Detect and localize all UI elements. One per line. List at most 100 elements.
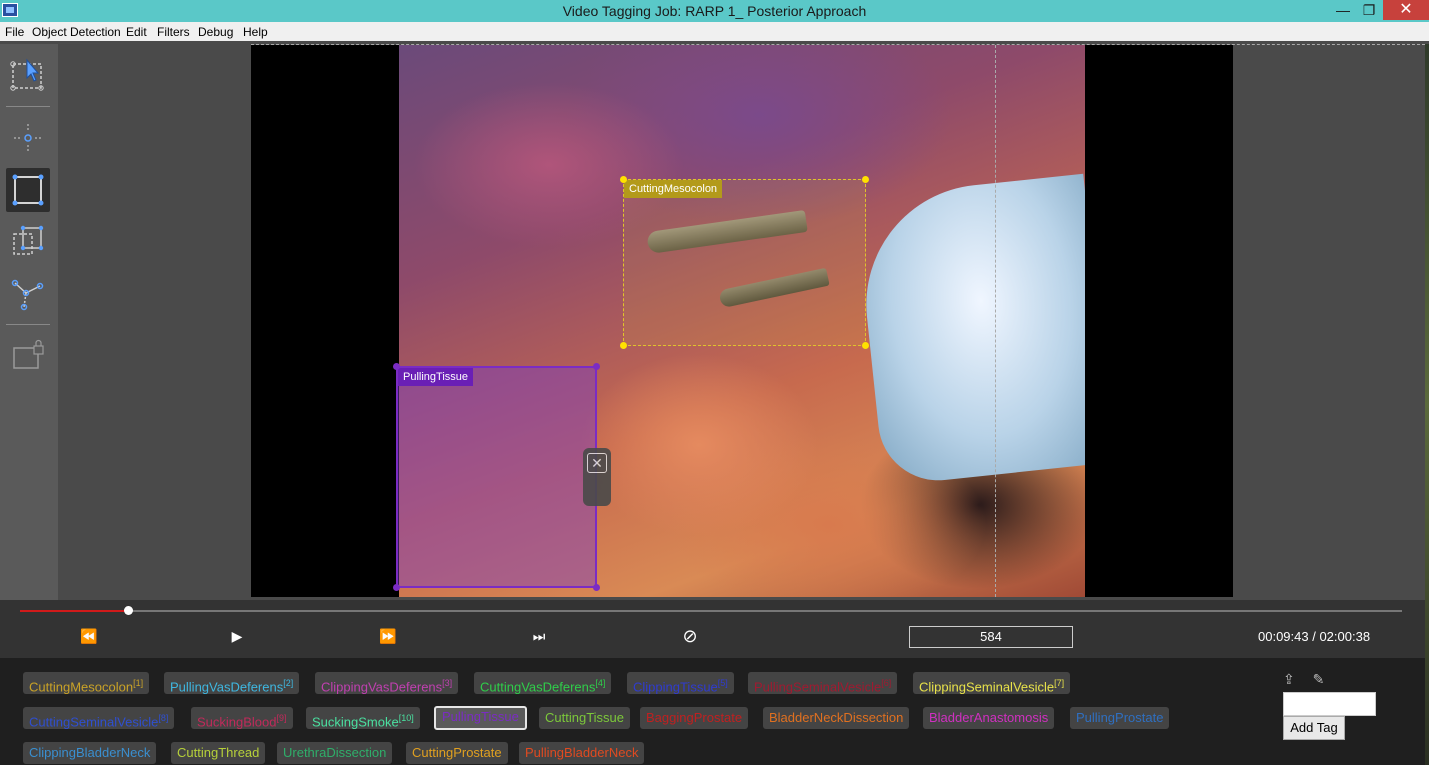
tag-chip[interactable]: PullingVasDeferens[2] <box>164 672 300 695</box>
tag-chip[interactable]: SuckingSmoke[10] <box>306 707 420 729</box>
tag-hotkey: [1] <box>133 678 144 688</box>
add-tag-button[interactable]: Add Tag <box>1283 716 1345 740</box>
tag-chip[interactable]: CuttingProstate <box>406 742 508 764</box>
region-cuttingmesocolon[interactable]: CuttingMesocolon <box>620 176 869 349</box>
tag-label: PullingSeminalVesicle <box>754 679 882 695</box>
tag-hotkey: [8] <box>158 713 169 723</box>
tag-hotkey: [6] <box>881 678 892 688</box>
tag-chip[interactable]: CuttingVasDeferens[4] <box>474 672 612 694</box>
tag-label: PullingTissue <box>442 709 519 724</box>
tag-label: BladderAnastomosis <box>929 710 1049 725</box>
tag-chip[interactable]: CuttingThread <box>171 742 266 764</box>
rewind-button[interactable]: ⏪ <box>79 626 99 646</box>
region-label: CuttingMesocolon <box>624 180 723 198</box>
maximize-button[interactable]: ❐ <box>1356 0 1382 20</box>
tag-label: UrethraDissection <box>283 745 387 760</box>
tag-chip[interactable]: ClippingVasDeferens[3] <box>315 672 459 694</box>
tag-hotkey: [3] <box>442 678 453 688</box>
timeline-progress <box>20 610 129 612</box>
lock-tool[interactable] <box>6 332 50 376</box>
close-button[interactable]: ✕ <box>1383 0 1429 20</box>
menu-object-detection[interactable]: Object Detection <box>32 25 121 39</box>
export-icon[interactable]: ⇪ <box>1283 671 1295 687</box>
tag-label: ClippingTissue <box>633 679 718 695</box>
menu-file[interactable]: File <box>5 25 24 39</box>
menu-help[interactable]: Help <box>243 25 268 39</box>
desktop-edge <box>1425 44 1429 765</box>
menu-debug[interactable]: Debug <box>198 25 233 39</box>
tag-chip[interactable]: ClippingBladderNeck <box>23 742 157 764</box>
new-tag-input[interactable] <box>1283 692 1376 716</box>
tag-chip[interactable]: PullingBladderNeck <box>519 742 645 764</box>
tag-chip[interactable]: BladderAnastomosis <box>923 707 1055 729</box>
point-tool[interactable] <box>6 116 50 160</box>
timeline-knob[interactable] <box>124 606 134 615</box>
pin-icon[interactable]: ✎ <box>1313 671 1325 687</box>
resize-handle[interactable] <box>862 342 869 349</box>
tag-chip[interactable]: BladderNeckDissection <box>763 707 910 729</box>
tag-label: CuttingSeminalVesicle <box>29 714 159 730</box>
tag-chip[interactable]: CuttingTissue <box>539 707 630 729</box>
tag-chip[interactable]: ClippingSeminalVesicle[7] <box>913 672 1071 695</box>
video-canvas[interactable]: CuttingMesocolon PullingTissue ✕ <box>251 45 1233 597</box>
clear-frame-button[interactable]: ⊘ <box>680 626 700 646</box>
menu-bar: File Object Detection Edit Filters Debug… <box>0 22 1429 41</box>
tag-label: SuckingSmoke <box>312 714 399 730</box>
resize-handle[interactable] <box>620 176 627 183</box>
frame-number-field[interactable]: 584 <box>909 626 1073 648</box>
minimize-button[interactable]: — <box>1330 0 1356 20</box>
region-label: PullingTissue <box>398 368 474 386</box>
surgical-instrument <box>854 173 1085 487</box>
polygon-tool[interactable] <box>6 272 50 316</box>
resize-handle[interactable] <box>620 342 627 349</box>
region-pullingtissue[interactable]: PullingTissue <box>393 363 600 591</box>
tag-chip[interactable]: SuckingBlood[9] <box>191 707 293 729</box>
delete-region-button[interactable]: ✕ <box>587 453 607 473</box>
timecode: 00:09:43 / 02:00:38 <box>1258 629 1371 644</box>
resize-handle[interactable] <box>393 584 400 591</box>
tag-label: ClippingSeminalVesicle <box>919 679 1055 695</box>
tag-toolbar: ⇪ ✎ <box>1283 671 1324 688</box>
pointer-select-icon <box>10 58 44 91</box>
rectangle-icon <box>12 174 44 206</box>
copy-rectangle-tool[interactable] <box>6 220 50 264</box>
resize-handle[interactable] <box>862 176 869 183</box>
resize-handle[interactable] <box>393 363 400 370</box>
tag-chip[interactable]: PullingSeminalVesicle[6] <box>748 672 898 695</box>
tag-panel: CuttingMesocolon[1] PullingVasDeferens[2… <box>0 658 1429 765</box>
rectangle-tool[interactable] <box>6 168 50 212</box>
tag-label: BladderNeckDissection <box>769 710 904 725</box>
tag-label: CuttingProstate <box>412 745 502 760</box>
playback-bar: ⏪ ▶ ⏩ ⏭ ⊘ 584 00:09:43 / 02:00:38 <box>0 600 1429 658</box>
resize-handle[interactable] <box>593 584 600 591</box>
tag-label: CuttingThread <box>177 745 260 760</box>
tag-hotkey: [10] <box>398 713 414 723</box>
tag-chip[interactable]: ClippingTissue[5] <box>627 672 734 694</box>
resize-handle[interactable] <box>593 363 600 370</box>
tag-chip-selected[interactable]: PullingTissue <box>434 706 527 730</box>
play-button[interactable]: ▶ <box>227 626 247 646</box>
timeline-slider[interactable] <box>20 606 1402 615</box>
tag-chip[interactable]: PullingProstate <box>1070 707 1170 729</box>
tag-hotkey: [4] <box>595 678 606 688</box>
menu-filters[interactable]: Filters <box>157 25 190 39</box>
tool-palette <box>0 44 58 600</box>
tag-chip[interactable]: UrethraDissection <box>277 742 393 764</box>
window-title: Video Tagging Job: RARP 1_ Posterior App… <box>562 3 867 19</box>
tag-chip[interactable]: BaggingProstate <box>640 707 749 729</box>
next-frame-button[interactable]: ⏭ <box>529 626 549 646</box>
toolbar-divider <box>6 106 50 107</box>
region-delete-panel: ✕ <box>583 448 611 506</box>
tag-hotkey: [7] <box>1054 678 1065 688</box>
tag-label: ClippingBladderNeck <box>29 745 151 760</box>
tag-label: PullingVasDeferens <box>170 679 284 695</box>
fast-forward-button[interactable]: ⏩ <box>378 626 398 646</box>
polygon-icon <box>11 279 44 311</box>
tag-hotkey: [9] <box>276 713 287 723</box>
tag-chip[interactable]: CuttingMesocolon[1] <box>23 672 150 694</box>
tag-label: PullingBladderNeck <box>525 745 639 760</box>
copy-rectangle-icon <box>13 225 44 255</box>
menu-edit[interactable]: Edit <box>126 25 147 39</box>
select-tool[interactable] <box>6 54 50 98</box>
tag-chip[interactable]: CuttingSeminalVesicle[8] <box>23 707 175 730</box>
